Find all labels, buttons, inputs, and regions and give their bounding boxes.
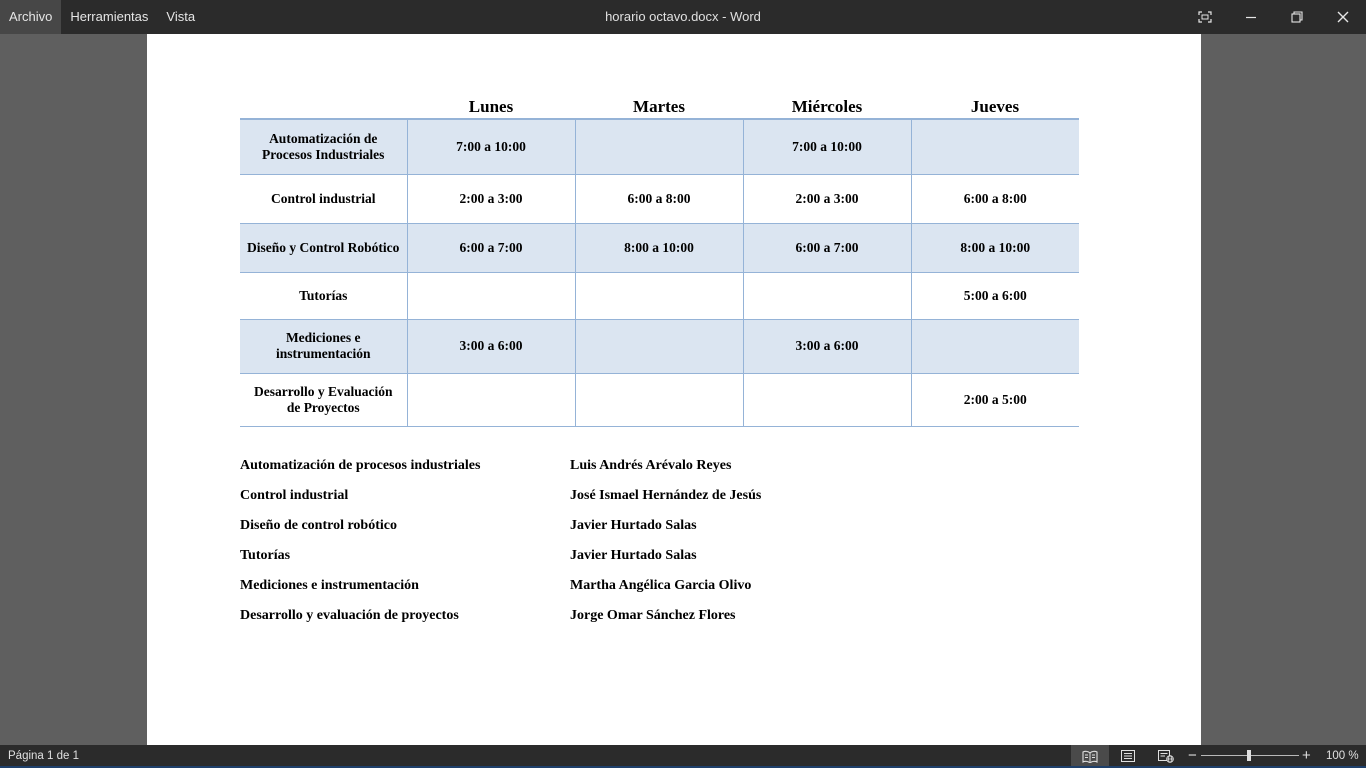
time-cell: 8:00 a 10:00: [574, 223, 743, 273]
minimize-icon: [1246, 16, 1256, 19]
print-layout-icon: [1121, 750, 1135, 762]
time-cell: [574, 319, 743, 374]
zoom-out-button[interactable]: −: [1188, 745, 1197, 767]
menu-archivo[interactable]: Archivo: [0, 0, 62, 34]
header-cell: Lunes: [407, 91, 575, 120]
time-cell: [742, 272, 911, 320]
time-cell: [910, 119, 1079, 175]
teacher-name: Javier Hurtado Salas: [570, 518, 697, 533]
time-cell: [574, 119, 743, 175]
web-layout-button[interactable]: [1147, 745, 1185, 767]
time-cell: [742, 373, 911, 427]
menu-herramientas[interactable]: Herramientas: [61, 0, 157, 34]
table-row: Automatización de Procesos Industriales …: [240, 119, 1079, 175]
read-mode-button[interactable]: [1071, 745, 1109, 767]
time-cell: 6:00 a 7:00: [406, 223, 575, 273]
time-cell: [406, 272, 575, 320]
table-row: Control industrial 2:00 a 3:00 6:00 a 8:…: [240, 174, 1079, 224]
header-cell: [240, 91, 407, 120]
time-cell: 3:00 a 6:00: [742, 319, 911, 374]
schedule-table: Lunes Martes Miércoles Jueves Automatiza…: [240, 91, 1079, 427]
close-icon: [1337, 11, 1349, 23]
menu-bar: Archivo Herramientas Vista: [0, 0, 204, 34]
restore-icon: [1291, 11, 1303, 23]
subject-cell: Desarrollo y Evaluación de Proyectos: [240, 373, 407, 427]
header-cell: Martes: [575, 91, 743, 120]
teacher-name: Javier Hurtado Salas: [570, 548, 697, 563]
print-layout-button[interactable]: [1109, 745, 1147, 767]
document-title: horario octavo.docx - Word: [605, 9, 761, 24]
teacher-subject: Diseño de control robótico: [240, 518, 397, 533]
zoom-slider-thumb[interactable]: [1247, 750, 1251, 761]
minimize-button[interactable]: [1228, 0, 1274, 34]
time-cell: 2:00 a 3:00: [742, 174, 911, 224]
subject-cell: Tutorías: [240, 272, 407, 320]
time-cell: [574, 272, 743, 320]
subject-cell: Mediciones e instrumentación: [240, 319, 407, 374]
header-cell: Jueves: [911, 91, 1079, 120]
teacher-subject: Control industrial: [240, 488, 349, 503]
time-cell: 6:00 a 8:00: [574, 174, 743, 224]
time-cell: 5:00 a 6:00: [910, 272, 1079, 320]
teacher-name: Jorge Omar Sánchez Flores: [570, 608, 736, 623]
page-count[interactable]: Página 1 de 1: [8, 745, 79, 767]
time-cell: 2:00 a 3:00: [406, 174, 575, 224]
table-header-row: Lunes Martes Miércoles Jueves: [240, 91, 1079, 120]
focus-mode-icon: [1198, 11, 1212, 23]
subject-cell: Control industrial: [240, 174, 407, 224]
table-row: Desarrollo y Evaluación de Proyectos 2:0…: [240, 373, 1079, 427]
teacher-subject: Tutorías: [240, 548, 291, 563]
time-cell: 2:00 a 5:00: [910, 373, 1079, 427]
time-cell: 6:00 a 8:00: [910, 174, 1079, 224]
time-cell: 6:00 a 7:00: [742, 223, 911, 273]
read-mode-icon: [1082, 750, 1098, 763]
status-bar: Página 1 de 1 − + 100 %: [0, 745, 1366, 768]
table-row: Tutorías 5:00 a 6:00: [240, 272, 1079, 320]
time-cell: 3:00 a 6:00: [406, 319, 575, 374]
web-layout-icon: [1158, 749, 1174, 763]
title-bar: Archivo Herramientas Vista horario octav…: [0, 0, 1366, 34]
teacher-name: Martha Angélica Garcia Olivo: [570, 578, 752, 593]
time-cell: 7:00 a 10:00: [742, 119, 911, 175]
document-canvas: Lunes Martes Miércoles Jueves Automatiza…: [0, 34, 1366, 745]
time-cell: [574, 373, 743, 427]
zoom-level[interactable]: 100 %: [1326, 745, 1359, 767]
teacher-subject: Mediciones e instrumentación: [240, 578, 419, 593]
focus-mode-button[interactable]: [1182, 0, 1228, 34]
teacher-subject: Desarrollo y evaluación de proyectos: [240, 608, 459, 623]
teacher-subject: Automatización de procesos industriales: [240, 458, 481, 473]
subject-cell: Automatización de Procesos Industriales: [240, 119, 407, 175]
time-cell: 7:00 a 10:00: [406, 119, 575, 175]
zoom-in-button[interactable]: +: [1302, 745, 1311, 767]
document-page: Lunes Martes Miércoles Jueves Automatiza…: [147, 34, 1201, 745]
time-cell: [910, 319, 1079, 374]
restore-button[interactable]: [1274, 0, 1320, 34]
teacher-name: Luis Andrés Arévalo Reyes: [570, 458, 732, 473]
table-row: Diseño y Control Robótico 6:00 a 7:00 8:…: [240, 223, 1079, 273]
close-button[interactable]: [1320, 0, 1366, 34]
time-cell: [406, 373, 575, 427]
header-cell: Miércoles: [743, 91, 911, 120]
table-row: Mediciones e instrumentación 3:00 a 6:00…: [240, 319, 1079, 374]
window-controls: [1182, 0, 1366, 34]
menu-vista[interactable]: Vista: [157, 0, 204, 34]
time-cell: 8:00 a 10:00: [910, 223, 1079, 273]
subject-cell: Diseño y Control Robótico: [240, 223, 407, 273]
teacher-name: José Ismael Hernández de Jesús: [570, 488, 762, 503]
